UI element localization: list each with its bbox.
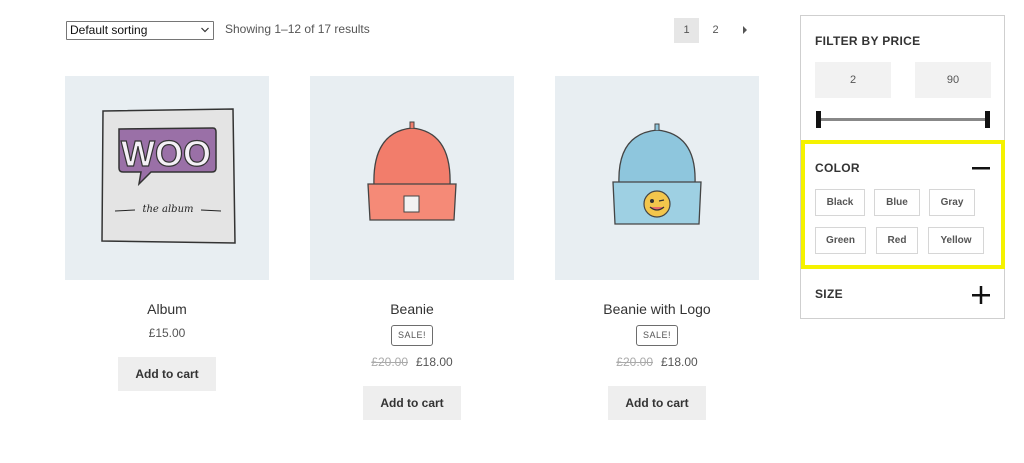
product-image[interactable] (310, 76, 514, 280)
price-slider-max-handle[interactable] (985, 111, 990, 128)
chevron-down-icon (201, 27, 209, 33)
pagination: 1 2 (674, 18, 757, 43)
page-2-button[interactable]: 2 (703, 18, 728, 43)
add-to-cart-button[interactable]: Add to cart (363, 386, 461, 420)
result-count: Showing 1–12 of 17 results (225, 22, 370, 36)
product-price: £20.00 £18.00 (310, 355, 514, 369)
current-price: £18.00 (661, 355, 698, 369)
min-price-input[interactable]: 2 (815, 62, 891, 98)
next-page-button[interactable] (732, 18, 757, 43)
sort-select-value: Default sorting (70, 23, 148, 37)
add-to-cart-button[interactable]: Add to cart (118, 357, 216, 391)
price-slider-track[interactable] (818, 118, 988, 121)
svg-text:the album: the album (142, 204, 193, 215)
page-1-button[interactable]: 1 (674, 18, 699, 43)
old-price: £20.00 (371, 355, 408, 369)
beanie-with-logo-illustration (612, 123, 702, 225)
product-price: £15.00 (65, 326, 269, 340)
price-slider-min-handle[interactable] (816, 111, 821, 128)
sort-select[interactable]: Default sorting (66, 21, 214, 40)
product-card-beanie-with-logo: Beanie with Logo SALE! £20.00 £18.00 Add … (555, 76, 759, 420)
color-filter-highlight (801, 140, 1005, 269)
svg-text:WOO: WOO (121, 133, 211, 174)
product-card-album: WOO the album Album £15.00 Add to cart (65, 76, 269, 391)
product-title[interactable]: Beanie with Logo (555, 301, 759, 317)
add-to-cart-button[interactable]: Add to cart (608, 386, 706, 420)
sale-badge: SALE! (635, 325, 678, 346)
current-price: £18.00 (416, 355, 453, 369)
product-image[interactable] (555, 76, 759, 280)
price-filter-heading: FILTER BY PRICE (815, 34, 921, 48)
max-price-input[interactable]: 90 (915, 62, 991, 98)
current-price: £15.00 (148, 326, 186, 340)
product-title[interactable]: Beanie (310, 301, 514, 317)
old-price: £20.00 (616, 355, 653, 369)
beanie-illustration (367, 121, 457, 221)
product-price: £20.00 £18.00 (555, 355, 759, 369)
product-image[interactable]: WOO the album (65, 76, 269, 280)
product-title[interactable]: Album (65, 301, 269, 317)
size-filter-heading: SIZE (815, 287, 843, 301)
album-illustration: WOO the album (101, 108, 236, 244)
sale-badge: SALE! (390, 325, 433, 346)
caret-right-icon (742, 26, 747, 34)
plus-icon[interactable] (972, 286, 990, 304)
product-card-beanie: Beanie SALE! £20.00 £18.00 Add to cart (310, 76, 514, 420)
